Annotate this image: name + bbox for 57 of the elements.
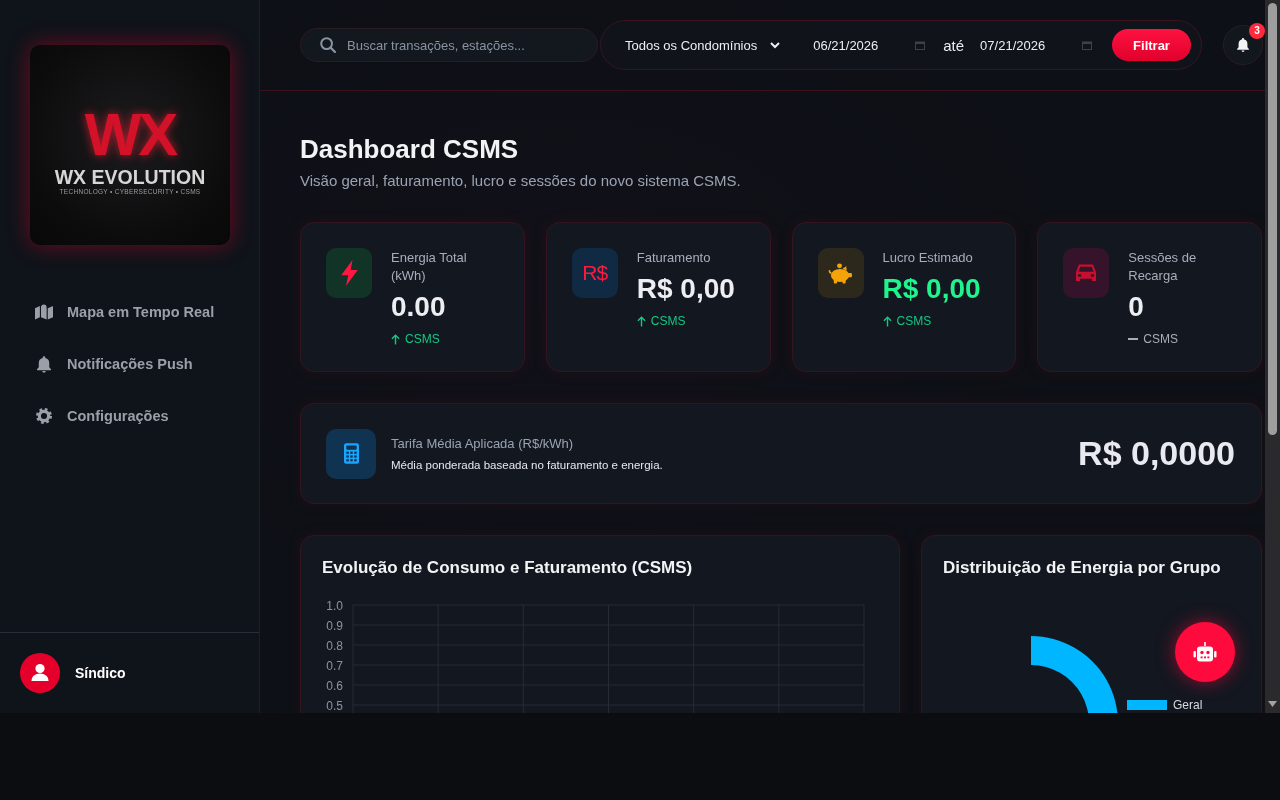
search-icon — [320, 37, 336, 53]
search-field[interactable]: Buscar transações, estações... — [347, 29, 583, 61]
scroll-down-icon[interactable] — [1268, 701, 1277, 707]
nav-item[interactable]: Notificações Push — [0, 338, 245, 390]
stat-value: 0.00 — [391, 290, 446, 324]
stat-label: Faturamento — [636, 249, 711, 267]
y-axis-label: 1.0 — [326, 598, 343, 613]
legend-label: Geral — [1173, 698, 1203, 712]
filter-button[interactable]: Filtrar — [1112, 29, 1191, 61]
car-icon — [1063, 248, 1110, 298]
bell-icon — [1237, 38, 1249, 52]
page-subtitle: Visão geral, faturamento, lucro e sessões do novo sistema CSMS. — [300, 171, 742, 191]
user-name: Síndico — [75, 665, 126, 681]
y-axis-label: 0.5 — [326, 698, 343, 713]
stat-value: 0 — [1128, 290, 1144, 324]
condominium-select[interactable]: Todos os Condomínios — [625, 37, 781, 53]
chevron-down-icon — [770, 41, 781, 49]
scrollbar-thumb[interactable] — [1268, 3, 1277, 435]
page-title: Dashboard CSMS — [300, 133, 520, 165]
tariff-description: Média ponderada baseada no faturamento e energia. — [391, 457, 663, 473]
stat-value: R$ 0,00 — [636, 272, 735, 306]
nav-item[interactable]: Mapa em Tempo Real — [0, 286, 245, 338]
piggy-bank-icon — [817, 248, 864, 298]
brand-name: WX EVOLUTION — [54, 167, 206, 187]
search-bar[interactable]: Buscar transações, estações... — [300, 28, 598, 62]
date-range-separator: até — [943, 36, 965, 54]
end-date-field[interactable]: 07/21/2026 — [980, 37, 1077, 53]
avatar-icon — [20, 653, 60, 693]
stat-label: Lucro Estimado — [882, 249, 973, 267]
tariff-value: R$ 0,0000 — [1078, 434, 1235, 473]
bell-icon — [37, 355, 51, 373]
y-axis-label: 0.8 — [326, 638, 343, 653]
stat-label: Sessões de Recarga — [1128, 249, 1198, 285]
notification-count: 3 — [1249, 23, 1265, 39]
y-axis-label: 0.9 — [326, 618, 343, 633]
y-axis-label: 0.7 — [326, 658, 343, 673]
trend-label: CSMS — [650, 314, 686, 328]
map-icon — [35, 304, 53, 320]
chart-title: Evolução de Consumo e Faturamento (CSMS) — [322, 557, 694, 579]
robot-icon — [1193, 641, 1217, 663]
calculator-icon — [326, 428, 376, 479]
trend-label: CSMS — [1143, 332, 1178, 346]
trend-label: CSMS — [405, 332, 440, 346]
gear-icon — [35, 408, 53, 424]
notifications-button[interactable]: 3 — [1223, 25, 1263, 65]
tariff-label: Tarifa Média Aplicada (R$/kWh) — [391, 434, 575, 453]
trend-label: CSMS — [896, 314, 932, 328]
start-date-field[interactable]: 06/21/2026 — [813, 37, 910, 53]
scrollbar[interactable] — [1265, 0, 1280, 713]
stat-label: Energia Total (kWh) — [391, 249, 468, 285]
y-axis-label: 0.6 — [326, 678, 343, 693]
currency-symbol: R$ — [571, 248, 618, 298]
nav-item[interactable]: Configurações — [0, 390, 245, 442]
logo-monogram: WX — [84, 106, 176, 164]
stat-value: R$ 0,00 — [882, 272, 981, 306]
lightning-bolt-icon — [326, 248, 372, 298]
chart-title: Distribuição de Energia por Grupo — [943, 557, 1222, 579]
